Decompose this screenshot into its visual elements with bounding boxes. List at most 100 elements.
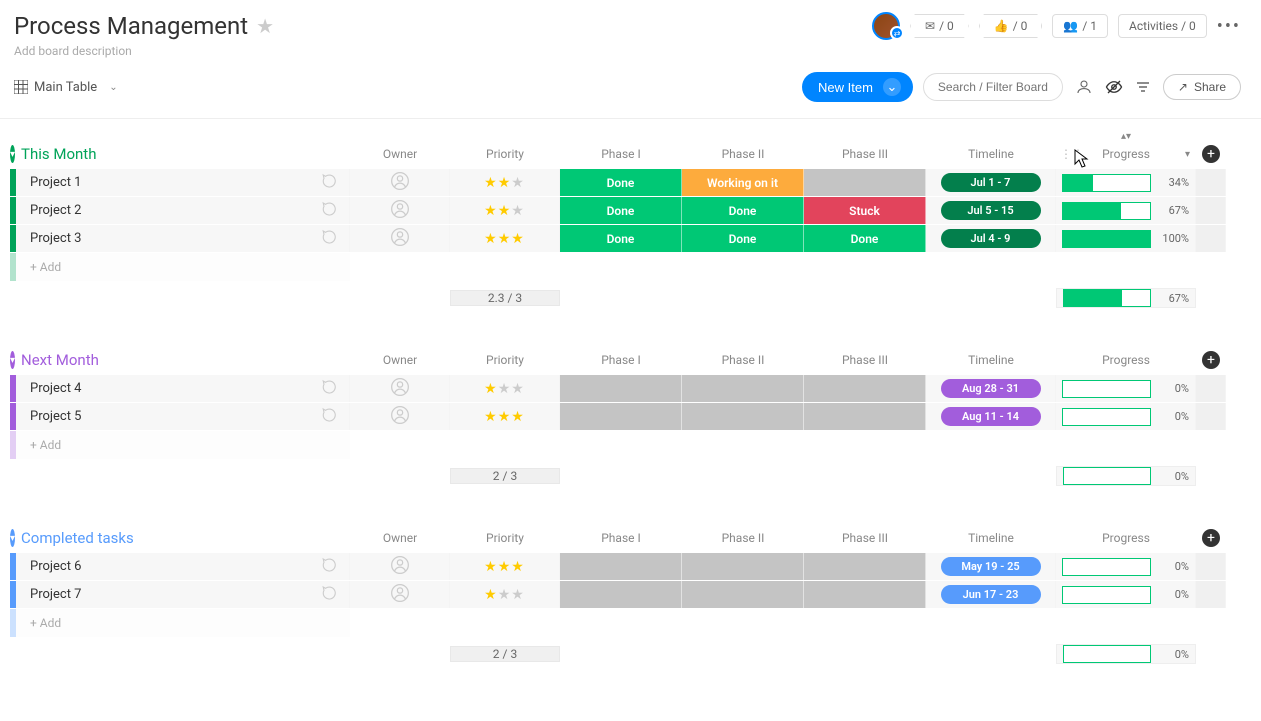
add-column-button[interactable]: + — [1202, 529, 1220, 547]
more-menu-icon[interactable]: ••• — [1217, 16, 1241, 37]
column-header-progress[interactable]: Progress — [1056, 531, 1196, 545]
column-header-progress[interactable]: ▴▾⋮⋮ Progress ▾ — [1056, 147, 1196, 161]
table-row[interactable]: Project 1 ★★★ DoneWorking on it Jul 1 - … — [10, 169, 1251, 197]
phase3-status-cell[interactable] — [804, 403, 926, 430]
chat-icon[interactable] — [321, 584, 339, 606]
table-row[interactable]: Project 7 ★★★ Jun 17 - 23 0% — [10, 581, 1251, 609]
item-name-cell[interactable]: Project 7 — [16, 581, 350, 608]
progress-cell[interactable]: 100% — [1056, 225, 1196, 252]
phase1-status-cell[interactable] — [560, 375, 682, 402]
column-header-timeline[interactable]: Timeline — [926, 147, 1056, 161]
share-button[interactable]: ↗ Share — [1163, 74, 1241, 100]
item-name-cell[interactable]: Project 4 — [16, 375, 350, 402]
favorite-star-icon[interactable]: ★ — [256, 14, 274, 38]
priority-cell[interactable]: ★★★ — [450, 553, 560, 580]
timeline-cell[interactable]: Jul 4 - 9 — [926, 225, 1056, 252]
new-item-button[interactable]: New Item ⌄ — [802, 72, 913, 102]
timeline-cell[interactable]: Aug 11 - 14 — [926, 403, 1056, 430]
owner-cell[interactable] — [350, 403, 450, 430]
column-header-timeline[interactable]: Timeline — [926, 531, 1056, 545]
user-avatar[interactable]: ⇄ — [872, 12, 900, 40]
conversations-button[interactable]: ✉/ 0 — [910, 14, 969, 38]
column-header-priority[interactable]: Priority — [450, 147, 560, 161]
progress-cell[interactable]: 34% — [1056, 169, 1196, 196]
item-name-cell[interactable]: Project 1 — [16, 169, 350, 196]
column-header-owner[interactable]: Owner — [350, 147, 450, 161]
phase2-status-cell[interactable]: Working on it — [682, 169, 804, 196]
column-header-phase2[interactable]: Phase II — [682, 353, 804, 367]
item-name-cell[interactable]: Project 3 — [16, 225, 350, 252]
column-header-owner[interactable]: Owner — [350, 531, 450, 545]
column-header-timeline[interactable]: Timeline — [926, 353, 1056, 367]
phase2-status-cell[interactable] — [682, 581, 804, 608]
likes-button[interactable]: 👍/ 0 — [979, 14, 1043, 38]
chat-icon[interactable] — [321, 172, 339, 194]
owner-cell[interactable] — [350, 581, 450, 608]
person-filter-icon[interactable] — [1075, 78, 1093, 96]
timeline-cell[interactable]: Aug 28 - 31 — [926, 375, 1056, 402]
item-name-cell[interactable]: Project 6 — [16, 553, 350, 580]
phase3-status-cell[interactable] — [804, 169, 926, 196]
phase3-status-cell[interactable] — [804, 375, 926, 402]
drag-handle-icon[interactable]: ⋮⋮ — [1060, 147, 1084, 161]
group-collapse-button[interactable]: ▾ — [10, 351, 15, 369]
phase3-status-cell[interactable]: Done — [804, 225, 926, 252]
phase3-status-cell[interactable] — [804, 553, 926, 580]
chat-icon[interactable] — [321, 556, 339, 578]
board-description[interactable]: Add board description — [14, 44, 872, 58]
table-row[interactable]: Project 6 ★★★ May 19 - 25 0% — [10, 553, 1251, 581]
view-selector[interactable]: Main Table ⌄ — [14, 80, 118, 95]
column-header-priority[interactable]: Priority — [450, 531, 560, 545]
phase2-status-cell[interactable]: Done — [682, 225, 804, 252]
phase1-status-cell[interactable] — [560, 581, 682, 608]
owner-cell[interactable] — [350, 553, 450, 580]
item-name-cell[interactable]: Project 5 — [16, 403, 350, 430]
column-header-phase2[interactable]: Phase II — [682, 147, 804, 161]
group-collapse-button[interactable]: ▾ — [10, 529, 15, 547]
chat-icon[interactable] — [321, 378, 339, 400]
phase2-status-cell[interactable] — [682, 553, 804, 580]
owner-cell[interactable] — [350, 225, 450, 252]
progress-cell[interactable]: 0% — [1056, 375, 1196, 402]
owner-cell[interactable] — [350, 197, 450, 224]
group-title[interactable]: Completed tasks — [19, 529, 359, 547]
add-column-button[interactable]: + — [1202, 145, 1220, 163]
table-row[interactable]: Project 4 ★★★ Aug 28 - 31 0% — [10, 375, 1251, 403]
owner-cell[interactable] — [350, 375, 450, 402]
phase1-status-cell[interactable] — [560, 403, 682, 430]
owner-cell[interactable] — [350, 169, 450, 196]
priority-cell[interactable]: ★★★ — [450, 169, 560, 196]
eye-icon[interactable] — [1105, 78, 1123, 96]
column-header-phase1[interactable]: Phase I — [560, 147, 682, 161]
column-header-phase1[interactable]: Phase I — [560, 531, 682, 545]
column-header-phase1[interactable]: Phase I — [560, 353, 682, 367]
progress-cell[interactable]: 67% — [1056, 197, 1196, 224]
priority-cell[interactable]: ★★★ — [450, 581, 560, 608]
table-row[interactable]: Project 3 ★★★ DoneDoneDone Jul 4 - 9 100… — [10, 225, 1251, 253]
progress-cell[interactable]: 0% — [1056, 581, 1196, 608]
timeline-cell[interactable]: Jun 17 - 23 — [926, 581, 1056, 608]
sort-icon[interactable]: ▴▾ — [1121, 131, 1131, 142]
members-button[interactable]: 👥/ 1 — [1052, 14, 1108, 38]
group-collapse-button[interactable]: ▾ — [10, 145, 15, 163]
phase2-status-cell[interactable]: Done — [682, 197, 804, 224]
phase2-status-cell[interactable] — [682, 375, 804, 402]
chat-icon[interactable] — [321, 200, 339, 222]
phase1-status-cell[interactable]: Done — [560, 197, 682, 224]
group-title[interactable]: Next Month — [19, 351, 359, 369]
timeline-cell[interactable]: Jul 5 - 15 — [926, 197, 1056, 224]
priority-cell[interactable]: ★★★ — [450, 403, 560, 430]
priority-cell[interactable]: ★★★ — [450, 225, 560, 252]
item-name-cell[interactable]: Project 2 — [16, 197, 350, 224]
priority-cell[interactable]: ★★★ — [450, 375, 560, 402]
column-header-phase3[interactable]: Phase III — [804, 353, 926, 367]
table-row[interactable]: Project 2 ★★★ DoneDoneStuck Jul 5 - 15 6… — [10, 197, 1251, 225]
phase3-status-cell[interactable] — [804, 581, 926, 608]
column-header-phase2[interactable]: Phase II — [682, 531, 804, 545]
column-header-owner[interactable]: Owner — [350, 353, 450, 367]
phase2-status-cell[interactable] — [682, 403, 804, 430]
phase1-status-cell[interactable]: Done — [560, 225, 682, 252]
chat-icon[interactable] — [321, 228, 339, 250]
timeline-cell[interactable]: Jul 1 - 7 — [926, 169, 1056, 196]
chevron-down-icon[interactable]: ▾ — [1185, 149, 1190, 160]
